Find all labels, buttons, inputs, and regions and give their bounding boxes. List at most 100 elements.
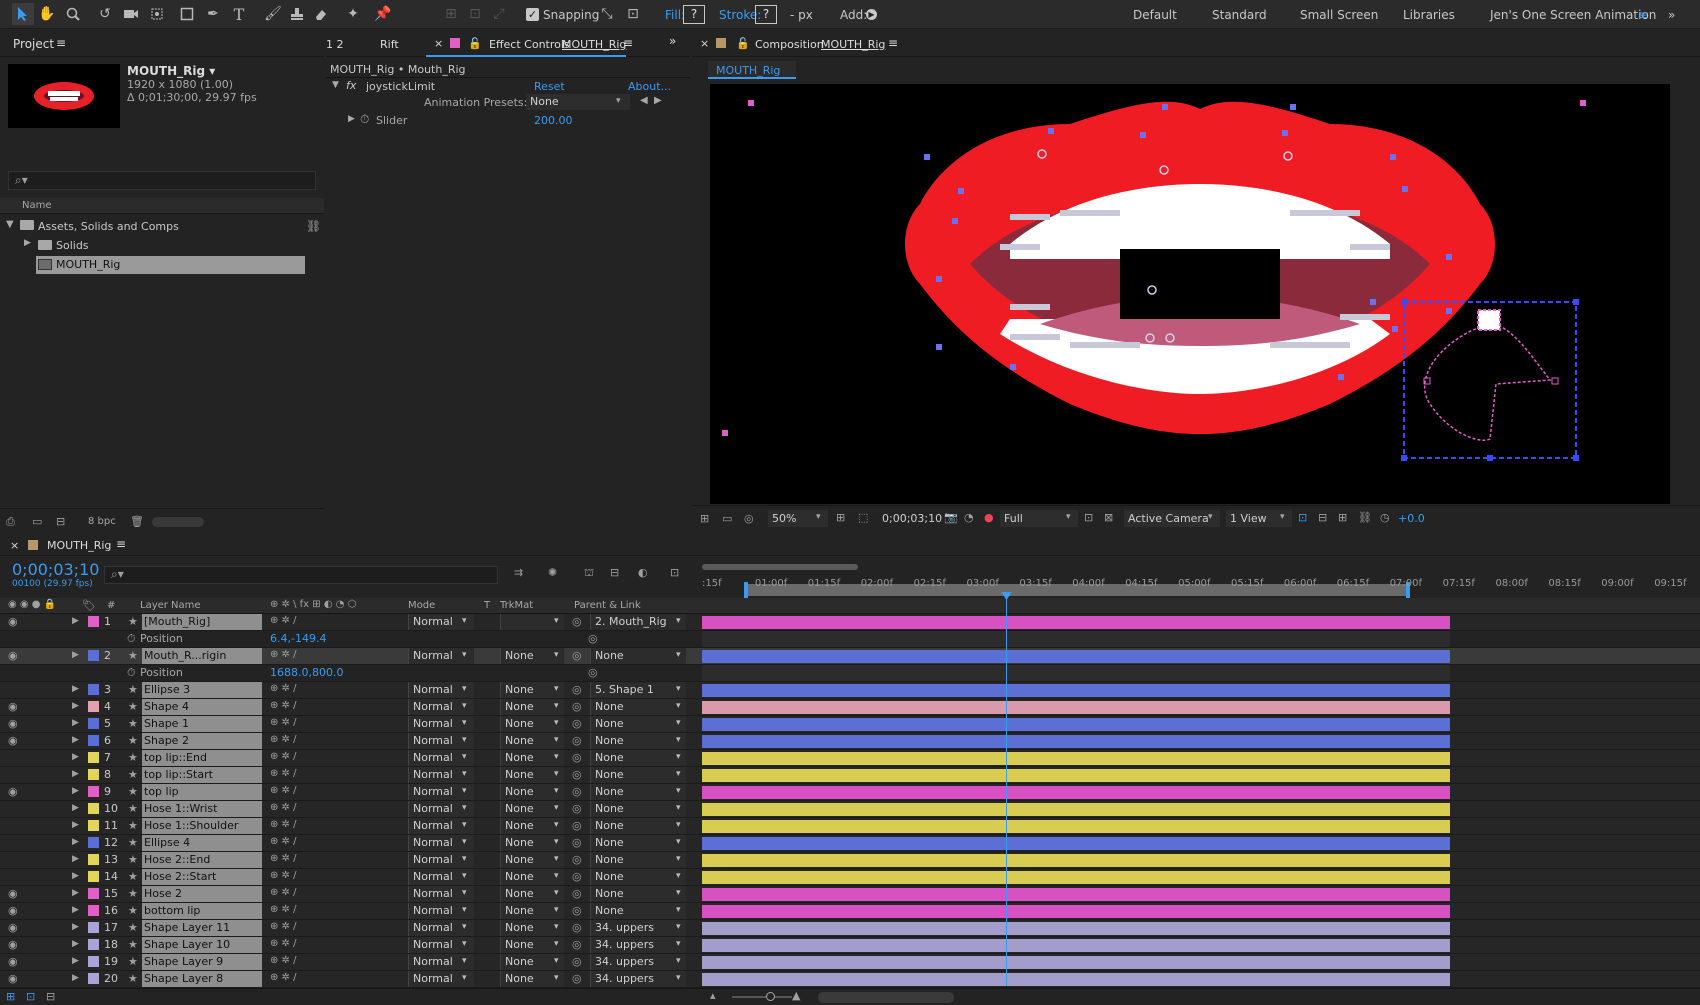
pickwhip-icon[interactable]: ◎ [588,632,598,645]
layer-label-swatch[interactable] [88,803,99,814]
expand-arrow-icon[interactable]: ▼ [6,219,14,230]
parent-dropdown[interactable]: 34. uppers [590,954,686,970]
layer-name[interactable]: Hose 1::Wrist [142,801,262,817]
pickwhip-icon[interactable]: ◎ [572,802,582,815]
grid-icon[interactable]: ⊞ [836,511,845,524]
presets-dropdown[interactable]: None ▾ [526,94,630,110]
zoom-in-icon[interactable]: ▲ [792,989,800,1002]
pickwhip-icon[interactable]: ◎ [572,938,582,951]
comp-name[interactable]: MOUTH_Rig ▾ [127,64,215,78]
layer-expand-icon[interactable]: ▶ [72,684,79,694]
layer-switches-icon[interactable]: ⊕ ✲ / [270,649,296,660]
layer-expand-icon[interactable]: ▶ [72,956,79,966]
layer-switches-icon[interactable]: ⊕ ✲ / [270,955,296,966]
layer-duration-bar[interactable] [702,922,1450,935]
layer-row[interactable]: ◉ ▶ 2 ★ Mouth_R...rigin ⊕ ✲ / Normal ▾ None ▾ ◎ Non… [0,648,1700,665]
show-snapshot-icon[interactable]: ◔ [964,511,974,524]
workspace-small-screen[interactable]: Small Screen [1300,8,1378,22]
vr-icon[interactable]: ◎ [744,512,754,525]
project-folder-assets[interactable]: ▼ Assets, Solids and Comps ⛓ [0,218,324,236]
type-tool-icon[interactable]: T [228,3,250,25]
flowchart-icon[interactable]: ⛓ [1358,511,1372,524]
project-search-input[interactable]: ⌕▾ [8,171,316,190]
layer-expand-icon[interactable]: ▶ [72,837,79,847]
pickwhip-icon[interactable]: ◎ [572,870,582,883]
snap-option-2-icon[interactable]: ⊡ [622,3,644,25]
parent-dropdown[interactable]: None [590,801,686,817]
layer-switches-icon[interactable]: ⊕ ✲ / [270,734,296,745]
mask-visibility-icon[interactable]: ⬚ [858,511,868,524]
layer-expand-icon[interactable]: ▶ [72,820,79,830]
stopwatch-icon[interactable]: ⏱ [127,632,136,646]
parent-dropdown[interactable]: None [590,835,686,851]
col-parent[interactable]: Parent & Link [574,600,641,611]
layer-name[interactable]: Hose 1::Shoulder [142,818,262,834]
layer-expand-icon[interactable]: ▶ [72,888,79,898]
layer-row[interactable]: ◉ ▶ 17 ★ Shape Layer 11 ⊕ ✲ / Normal ▾ None ▾ ◎ 34.… [0,920,1700,937]
layer-duration-bar[interactable] [702,684,1450,697]
layer-row[interactable]: ▶ 3 ★ Ellipse 3 ⊕ ✲ / Normal ▾ None ▾ ◎ 5. Shape 1… [0,682,1700,699]
snapping-checkbox[interactable]: ✓ [526,8,539,21]
layer-duration-bar[interactable] [702,956,1450,969]
pickwhip-icon[interactable]: ◎ [572,955,582,968]
layer-expand-icon[interactable]: ▶ [72,973,79,983]
layer-expand-icon[interactable]: ▶ [72,616,79,626]
col-mode[interactable]: Mode [408,600,435,611]
layer-label-swatch[interactable] [88,820,99,831]
layer-duration-bar[interactable] [702,803,1450,816]
toggle-switches-icon[interactable]: ⊞ [6,990,15,1003]
lock-icon[interactable]: 🔓 [736,37,750,50]
pickwhip-icon[interactable]: ◎ [572,751,582,764]
layer-label-swatch[interactable] [88,837,99,848]
layer-label-swatch[interactable] [88,854,99,865]
close-tab-icon[interactable]: × [10,539,19,552]
layer-expand-icon[interactable]: ▶ [72,701,79,711]
timeline-comp-name[interactable]: MOUTH_Rig [47,539,111,552]
layer-expand-icon[interactable]: ▶ [72,735,79,745]
layer-row[interactable]: ◉ ▶ 4 ★ Shape 4 ⊕ ✲ / Normal ▾ None ▾ ◎ None ▾ [0,699,1700,716]
layer-switches-icon[interactable]: ⊕ ✲ / [270,853,296,864]
time-zoom-knob[interactable] [766,992,775,1001]
layer-expand-icon[interactable]: ▶ [72,752,79,762]
stroke-swatch[interactable]: ? [755,5,777,24]
layer-row[interactable]: ▶ 13 ★ Hose 2::End ⊕ ✲ / Normal ▾ None ▾ ◎ None ▾ [0,852,1700,869]
layer-switches-icon[interactable]: ⊕ ✲ / [270,768,296,779]
layer-row[interactable]: ◉ ▶ 16 ★ bottom lip ⊕ ✲ / Normal ▾ None ▾ ◎ None ▾ [0,903,1700,920]
eye-icon[interactable]: ◉ [8,955,18,968]
prev-preset-icon[interactable]: ◀ [640,95,648,106]
panel-menu-icon[interactable]: ≡ [116,537,126,551]
monitor-icon[interactable]: ▭ [722,512,732,525]
col-layer-name[interactable]: Layer Name [140,600,201,611]
fill-swatch[interactable]: ? [683,5,705,24]
project-title[interactable]: Project [13,37,54,51]
time-zoom-slider[interactable] [732,996,792,998]
layer-name[interactable]: top lip::End [142,750,262,766]
viewer-timecode[interactable]: 0;00;03;10 [882,512,942,525]
add-label[interactable]: Add: [840,8,867,22]
layer-switches-icon[interactable]: ⊕ ✲ / [270,683,296,694]
layer-switches-icon[interactable]: ⊕ ✲ / [270,717,296,728]
layer-duration-bar[interactable] [702,888,1450,901]
eye-icon[interactable]: ◉ [8,921,18,934]
pickwhip-icon[interactable]: ◎ [572,972,582,985]
layer-expand-icon[interactable]: ▶ [72,718,79,728]
layer-duration-bar[interactable] [702,786,1450,799]
parent-dropdown[interactable]: None [590,733,686,749]
parent-dropdown[interactable]: 2. Mouth_Rig [590,614,686,630]
pickwhip-icon[interactable]: ◎ [572,853,582,866]
toggle-transfer-icon[interactable]: ⊡ [26,990,35,1003]
reset-exposure-icon[interactable]: ◷ [1380,511,1390,524]
layer-label-swatch[interactable] [88,922,99,933]
layer-name[interactable]: Shape 2 [142,733,262,749]
layer-row[interactable]: ▶ 11 ★ Hose 1::Shoulder ⊕ ✲ / Normal ▾ None ▾ ◎ No… [0,818,1700,835]
zoom-tool-icon[interactable] [62,3,84,25]
layer-duration-bar[interactable] [702,854,1450,867]
layer-duration-bar[interactable] [702,905,1450,918]
parent-dropdown[interactable]: None [590,716,686,732]
camera-dropdown[interactable]: Active Camera ▾ [1124,510,1220,527]
layer-row[interactable]: ◉ ▶ 9 ★ top lip ⊕ ✲ / Normal ▾ None ▾ ◎ None ▾ [0,784,1700,801]
layer-duration-bar[interactable] [702,820,1450,833]
eye-icon[interactable]: ◉ [8,972,18,985]
workspace-standard[interactable]: Standard [1212,8,1267,22]
composition-mini-flowchart-icon[interactable]: ⇉ [514,566,523,579]
